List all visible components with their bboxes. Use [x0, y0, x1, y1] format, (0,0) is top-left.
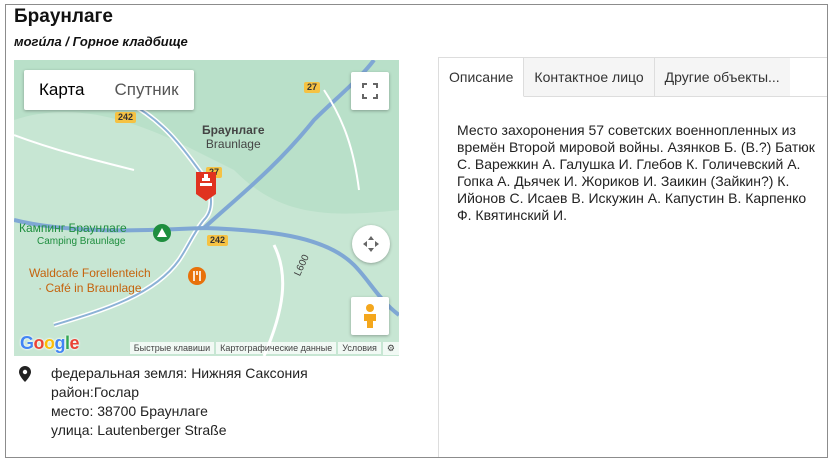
tab-contact[interactable]: Контактное лицо [524, 58, 655, 96]
place-title: Браунлаге [14, 6, 113, 27]
address-district: район:Гослар [51, 384, 139, 400]
pan-control-button[interactable] [352, 225, 390, 263]
fullscreen-button[interactable] [351, 72, 389, 110]
tab-bar: Описание Контактное лицо Другие объекты.… [439, 58, 827, 97]
map-type-satellite-button[interactable]: Спутник [100, 70, 194, 110]
map-attribution-bar: Быстрые клавиши Картографические данные … [14, 340, 399, 356]
address-land: федеральная земля: Нижняя Саксония [51, 365, 308, 381]
road-shield: 242 [207, 235, 229, 246]
keyboard-shortcuts-link[interactable]: Быстрые клавиши [129, 342, 215, 354]
address-place: место: 38700 Браунлаге [51, 403, 208, 419]
place-subtitle: могúла / Горное кладбище [14, 34, 188, 49]
map-poi-cafe[interactable]: Waldcafe Forellenteich · Café in Braunla… [29, 266, 151, 296]
map-data-link[interactable]: Картографические данные [216, 342, 337, 354]
camping-icon[interactable] [152, 223, 172, 243]
map-type-control: Карта Спутник [24, 70, 194, 110]
street-view-button[interactable] [351, 297, 389, 335]
map-poi-camping[interactable]: Кампинг Браунлаге Camping Braunlage [19, 222, 127, 248]
address-block: федеральная земля: Нижняя Саксония район… [26, 364, 308, 440]
road-shield: 242 [115, 112, 137, 123]
map-town-label: Браунлаге Braunlage [202, 123, 265, 151]
terms-link[interactable]: Условия [338, 342, 381, 354]
info-panel: Описание Контактное лицо Другие объекты.… [438, 57, 827, 457]
tab-other-objects[interactable]: Другие объекты... [654, 58, 790, 96]
fullscreen-icon [362, 83, 378, 99]
road-shield: 27 [304, 82, 321, 93]
map-type-map-button[interactable]: Карта [24, 70, 100, 110]
pan-arrows-icon [363, 236, 379, 252]
pegman-icon [364, 304, 376, 328]
location-marker-icon[interactable] [194, 170, 218, 202]
restaurant-icon[interactable] [187, 266, 207, 286]
report-icon[interactable]: ⚙ [382, 341, 399, 355]
map-widget[interactable]: Карта Спутник 242 27 27 242 L600 Браунла… [14, 60, 399, 356]
address-street: улица: Lautenberger Straße [51, 422, 227, 438]
tab-description[interactable]: Описание [439, 58, 525, 97]
description-text: Место захоронения 57 советских военнопле… [457, 122, 815, 223]
